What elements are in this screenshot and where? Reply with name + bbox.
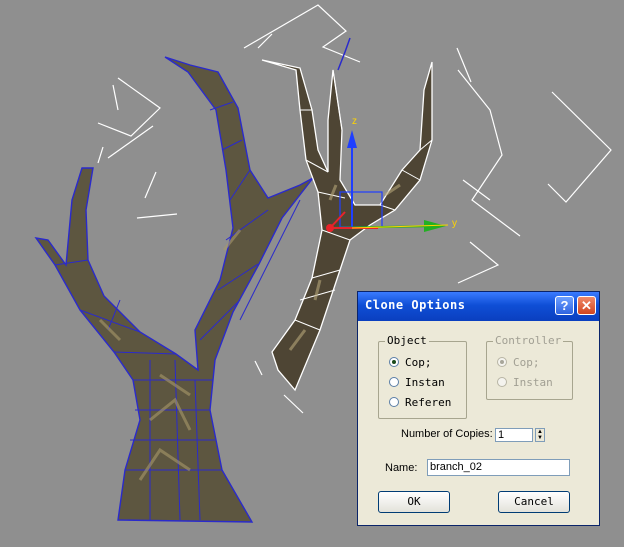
close-icon[interactable]: ✕ [577, 296, 596, 315]
ok-button[interactable]: OK [378, 491, 450, 513]
controller-radio-copy-icon [497, 357, 507, 367]
copies-input[interactable]: 1 [495, 428, 533, 442]
dialog-title: Clone Options [365, 298, 466, 312]
copies-label: Number of Copies: [401, 428, 493, 440]
object-group: Object Cop; Instan Referen [378, 334, 467, 419]
controller-radio-copy-label: Cop; [513, 356, 540, 369]
radio-reference-icon[interactable] [389, 397, 399, 407]
controller-radio-instance-label: Instan [513, 376, 553, 389]
radio-copy-label: Cop; [405, 356, 432, 369]
copies-spinner[interactable]: 1 ▲ ▼ [495, 428, 547, 442]
dialog-titlebar[interactable]: Clone Options ? ✕ [358, 292, 599, 321]
gizmo-y-label: y [452, 218, 457, 229]
controller-group-label: Controller [493, 334, 564, 347]
gizmo-z-label: z [352, 116, 357, 127]
radio-copy-icon[interactable] [389, 357, 399, 367]
tree-trunk-left[interactable] [34, 56, 314, 523]
radio-instance-icon[interactable] [389, 377, 399, 387]
help-icon[interactable]: ? [555, 296, 574, 315]
name-field[interactable]: branch_02 [427, 459, 570, 476]
cancel-button[interactable]: Cancel [498, 491, 570, 513]
object-group-label: Object [385, 334, 429, 347]
name-label: Name: [385, 462, 418, 474]
controller-radio-instance-icon [497, 377, 507, 387]
radio-instance-label: Instan [405, 376, 445, 389]
spinner-arrows-icon[interactable]: ▲ ▼ [535, 428, 545, 442]
clone-options-dialog: Clone Options ? ✕ Object Cop; Instan Ref… [357, 291, 600, 526]
controller-group: Controller Cop; Instan [486, 334, 573, 400]
radio-reference-label: Referen [405, 396, 452, 409]
